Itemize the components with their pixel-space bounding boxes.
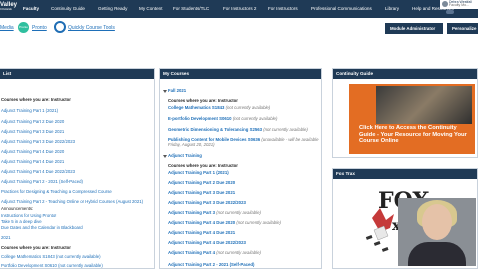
pronto-icon[interactable]: Pronto — [18, 22, 29, 33]
edit-mode-toggle[interactable] — [446, 10, 454, 14]
nav-tab-my-content[interactable]: My Content — [139, 6, 163, 11]
course-item[interactable]: Adjunct Training Part 4 Due 2021 — [168, 230, 235, 235]
list-item[interactable]: Adjunct Training Part 4 Due 2022/2023 — [1, 169, 75, 174]
list-item[interactable]: Portfolio Development S0610 (not current… — [1, 263, 103, 268]
continuity-guide-title: Continuity Guide — [333, 69, 477, 79]
list-heading: Courses where you are: Instructor — [1, 97, 71, 102]
collapse-caret-icon[interactable] — [163, 155, 167, 158]
list-item[interactable]: Adjunct Training Part 4 Due 2021 — [1, 159, 64, 164]
presenter-face — [422, 204, 452, 240]
announcement-link[interactable]: Take 5 in a deep dive — [1, 219, 42, 224]
banner-text: Click Here to Access the Continuity Guid… — [359, 125, 467, 145]
my-courses-title: My Courses — [160, 69, 321, 79]
quick-tools-bar: Media Pronto Pronto Quickly Course Tools… — [0, 18, 478, 38]
list-item[interactable]: Practices for Designing & Teaching a Com… — [1, 189, 112, 194]
module-administrator-button[interactable]: Module Administrator — [385, 23, 443, 34]
course-item[interactable]: Adjunct Training Part 3 (not currently a… — [168, 210, 261, 215]
my-courses-module: My Courses Fall 2021 Courses where you a… — [159, 68, 322, 269]
course-item[interactable]: Adjunct Training Part 4 (not currently a… — [168, 250, 261, 255]
avatar — [442, 1, 448, 7]
collapse-caret-icon[interactable] — [163, 90, 167, 93]
list-item[interactable]: Adjunct Training Part 2 Due 2020 — [1, 119, 64, 124]
panel-title: List — [0, 69, 154, 79]
term-fall-2021[interactable]: Fall 2021 — [168, 88, 186, 93]
course-item[interactable]: Adjunct Training Part 3 Due 2022/2023 — [168, 200, 246, 205]
course-item[interactable]: Adjunct Training Part 2 - 2021 (Self-Pac… — [168, 262, 254, 267]
list-item[interactable]: Adjunct Training Part 3 Due 2021 — [1, 129, 64, 134]
role-heading: Courses where you are: Instructor — [168, 98, 238, 103]
nav-tab-faculty[interactable]: Faculty — [23, 6, 39, 11]
announcement-link[interactable]: Instructions for Using Pronto! — [1, 213, 56, 218]
nav-tab-for-instructors[interactable]: For Instructors — [268, 6, 298, 11]
continuity-guide-banner[interactable]: Click Here to Access the Continuity Guid… — [349, 84, 475, 154]
quickly-course-tools-link[interactable]: Quickly Course Tools — [68, 25, 115, 31]
list-item[interactable]: College Mathematics S1843 (not currently… — [1, 254, 101, 259]
user-role: Faculty Mo... — [449, 3, 470, 8]
nav-tab-library[interactable]: Library — [385, 6, 399, 11]
nav-tab-continuity-guide[interactable]: Continuity Guide — [51, 6, 85, 11]
college-logo[interactable]: Valley COLLEGE — [0, 0, 18, 18]
presenter-body — [408, 242, 466, 266]
term-adjunct-training[interactable]: Adjunct Training — [168, 153, 202, 158]
term-label[interactable]: 2021 — [1, 235, 11, 240]
course-item[interactable]: Adjunct Training Part 2 Due 2020 — [168, 180, 235, 185]
personalize-button[interactable]: Personalize — [447, 23, 478, 34]
list-item[interactable]: Adjunct Training Part 2 - Teaching Onlin… — [1, 199, 143, 204]
nav-tab-getting-ready[interactable]: Getting Ready — [98, 6, 127, 11]
course-item[interactable]: Publishing Content for Mobile Devices S0… — [168, 137, 321, 147]
banner-photo — [376, 86, 472, 124]
nav-tab-for-students-tlc[interactable]: For Students/TLC — [173, 6, 209, 11]
list-heading: Courses where you are: Instructor — [1, 245, 71, 250]
course-item[interactable]: E-portfolio Development S0610 (not curre… — [168, 116, 277, 121]
list-item[interactable]: Adjunct Training Part 4 Due 2020 — [1, 149, 64, 154]
course-item[interactable]: Adjunct Training Part 1 (2021) — [168, 170, 229, 175]
course-list-panel: List Courses where you are: Instructor A… — [0, 68, 155, 269]
list-item[interactable]: Adjunct Training Part 1 (2021) — [1, 108, 58, 113]
list-item[interactable]: Adjunct Training Part 2 - 2021 (Self-Pac… — [1, 179, 83, 184]
top-nav: Valley COLLEGE Faculty Continuity Guide … — [0, 0, 478, 18]
course-item[interactable]: Adjunct Training Part 4 Due 2020 (not cu… — [168, 220, 281, 225]
nav-tab-for-instructors-2[interactable]: For Instructors 2 — [223, 6, 256, 11]
announcements-label: Announcements: — [1, 206, 34, 211]
quick-tools-icon[interactable] — [54, 21, 66, 33]
logo-subtext: COLLEGE — [0, 8, 12, 11]
media-link[interactable]: Media — [0, 25, 14, 31]
role-heading: Courses where you are: Instructor — [168, 163, 238, 168]
fox-trax-title: Fox Trax — [333, 169, 477, 179]
course-item[interactable]: Geometric Dimensioning & Tolerancing S25… — [168, 127, 308, 132]
course-item[interactable]: Adjunct Training Part 3 Due 2021 — [168, 190, 235, 195]
course-item[interactable]: College Mathematics S1843 (not currently… — [168, 105, 270, 110]
course-item[interactable]: Adjunct Training Part 4 Due 2022/2023 — [168, 240, 246, 245]
announcement-link[interactable]: Due Dates and the Calendar in Blackboard — [1, 225, 83, 230]
pronto-link[interactable]: Pronto — [32, 25, 47, 31]
webcam-overlay — [398, 198, 476, 266]
nav-tab-professional-communications[interactable]: Professional Communications — [311, 6, 372, 11]
user-menu-button[interactable]: Debra Westfall Faculty Mo... — [440, 0, 478, 9]
list-item[interactable]: Adjunct Training Part 3 Due 2022/2023 — [1, 139, 75, 144]
